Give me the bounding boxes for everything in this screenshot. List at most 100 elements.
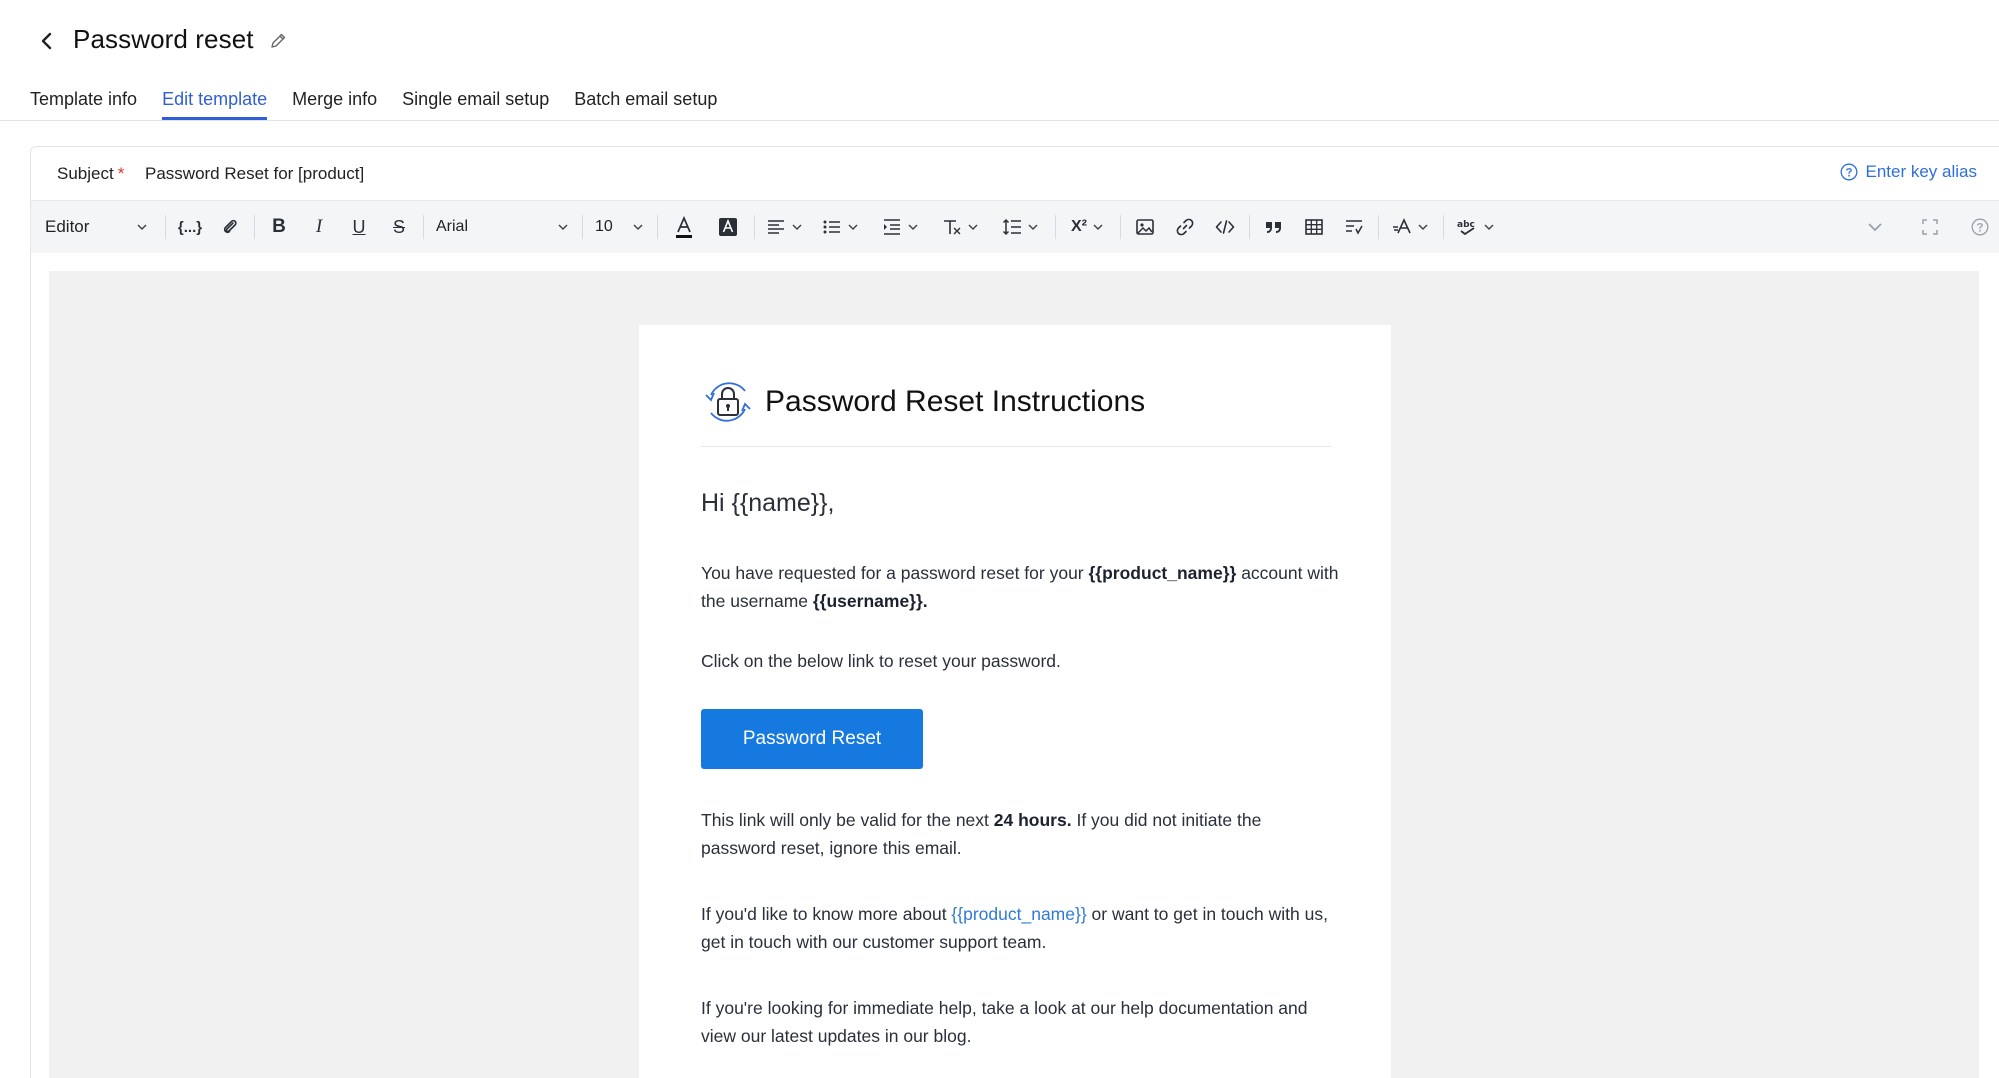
font-size-select[interactable]: 10	[587, 211, 653, 243]
toolbar-divider	[1443, 215, 1444, 239]
tab-template-info[interactable]: Template info	[30, 86, 137, 120]
bullet-list-icon	[823, 220, 840, 234]
subject-row: Subject * Password Reset for [product] En…	[31, 147, 1999, 201]
tab-single-email-setup[interactable]: Single email setup	[402, 86, 549, 120]
chevron-down-icon	[1868, 223, 1882, 232]
bold-button[interactable]: B	[259, 211, 299, 243]
help-circle-icon	[1840, 163, 1857, 181]
email-body[interactable]: Password Reset Instructions Hi {{name}},…	[639, 325, 1391, 1078]
italic-button[interactable]: I	[299, 211, 339, 243]
lock-refresh-icon	[705, 381, 751, 422]
image-icon	[1136, 219, 1154, 235]
editor-mode-select[interactable]: Editor	[31, 211, 161, 243]
toolbar-divider	[1120, 215, 1121, 239]
editor-help-button[interactable]	[1965, 211, 1995, 243]
email-paragraph-validity: This link will only be valid for the nex…	[701, 810, 1262, 858]
chevron-down-icon	[848, 224, 858, 231]
code-icon	[1215, 220, 1235, 234]
email-title: Password Reset Instructions	[765, 384, 1146, 418]
clear-format-icon	[944, 220, 961, 235]
pencil-icon	[271, 33, 286, 48]
chevron-down-icon	[792, 224, 802, 231]
toolbar-divider	[165, 215, 166, 239]
strikethrough-button[interactable]: S	[379, 211, 419, 243]
merge-tag-button[interactable]: {...}	[170, 211, 210, 243]
attach-button[interactable]	[210, 211, 250, 243]
toolbar-divider	[254, 215, 255, 239]
email-paragraph-request: You have requested for a password reset …	[701, 563, 1339, 611]
help-circle-icon	[1971, 218, 1989, 236]
link-icon	[1176, 218, 1194, 236]
tab-batch-email-setup[interactable]: Batch email setup	[574, 86, 717, 120]
fullscreen-button[interactable]	[1895, 211, 1965, 243]
table-icon	[1305, 219, 1323, 235]
toolbar-divider	[1378, 215, 1379, 239]
text-color-button[interactable]	[662, 211, 706, 243]
chevron-left-icon	[41, 32, 52, 50]
superscript-button[interactable]: X²	[1060, 211, 1116, 243]
subject-input[interactable]: Password Reset for [product]	[145, 164, 364, 184]
line-height-button[interactable]	[991, 211, 1051, 243]
chevron-down-icon	[633, 224, 643, 231]
insert-image-button[interactable]	[1125, 211, 1165, 243]
required-mark: *	[117, 164, 125, 183]
page-header: Password reset Template info Edit templa…	[0, 0, 1999, 120]
list-button[interactable]	[811, 211, 871, 243]
tab-edit-template[interactable]: Edit template	[162, 86, 268, 120]
highlight-color-button[interactable]	[706, 211, 750, 243]
clear-format-button[interactable]	[931, 211, 991, 243]
chevron-down-icon	[968, 224, 978, 231]
collapse-toolbar-button[interactable]	[1855, 211, 1895, 243]
align-left-icon	[768, 220, 784, 234]
chevron-down-icon	[908, 224, 918, 231]
edit-title-button[interactable]	[268, 31, 290, 53]
toolbar-divider	[582, 215, 583, 239]
line-height-icon	[1002, 218, 1021, 236]
indent-icon	[884, 219, 900, 235]
text-direction-icon	[1393, 218, 1411, 234]
insert-link-button[interactable]	[1165, 211, 1205, 243]
password-reset-button[interactable]: Password Reset	[701, 709, 923, 769]
expand-icon	[1922, 219, 1938, 235]
toolbar-divider	[754, 215, 755, 239]
quote-button[interactable]	[1254, 211, 1294, 243]
back-button[interactable]	[34, 28, 60, 54]
editor-panel: Subject * Password Reset for [product] En…	[30, 146, 1999, 1078]
code-button[interactable]	[1205, 211, 1245, 243]
editor-canvas[interactable]: Password Reset Instructions Hi {{name}},…	[49, 271, 1979, 1078]
superscript-icon: X²	[1071, 218, 1087, 235]
text-color-icon	[676, 215, 692, 238]
tab-merge-info[interactable]: Merge info	[292, 86, 377, 120]
header-divider	[0, 120, 1999, 121]
underline-button[interactable]: U	[339, 211, 379, 243]
chevron-down-icon	[1418, 224, 1428, 231]
editor-toolbar: Editor {...} B I U S Arial 10 X² abc	[31, 201, 1999, 253]
product-name-link[interactable]: {{product_name}}	[951, 904, 1086, 924]
find-replace-button[interactable]	[1334, 211, 1374, 243]
text-direction-button[interactable]	[1383, 211, 1439, 243]
indent-button[interactable]	[871, 211, 931, 243]
quote-icon	[1266, 222, 1281, 233]
subject-label: Subject *	[57, 164, 125, 183]
spellcheck-icon: abc	[1457, 220, 1475, 236]
insert-table-button[interactable]	[1294, 211, 1334, 243]
enter-key-alias-link[interactable]: Enter key alias	[1840, 162, 1977, 182]
tab-bar: Template info Edit template Merge info S…	[30, 86, 742, 120]
email-paragraph-instruction: Click on the below link to reset your pa…	[701, 651, 1061, 671]
toolbar-divider	[657, 215, 658, 239]
align-button[interactable]	[759, 211, 811, 243]
toolbar-divider	[1055, 215, 1056, 239]
chevron-down-icon	[1028, 224, 1038, 231]
chevron-down-icon	[1484, 224, 1494, 231]
spellcheck-button[interactable]: abc	[1448, 211, 1504, 243]
font-family-select[interactable]: Arial	[428, 211, 578, 243]
highlight-icon	[719, 218, 737, 236]
toolbar-divider	[423, 215, 424, 239]
toolbar-divider	[1249, 215, 1250, 239]
paperclip-icon	[223, 219, 237, 234]
strikethrough-icon: S	[392, 216, 405, 237]
email-greeting: Hi {{name}},	[701, 489, 835, 517]
underline-icon: U	[352, 216, 366, 237]
chevron-down-icon	[137, 224, 147, 231]
chevron-down-icon	[558, 224, 568, 231]
